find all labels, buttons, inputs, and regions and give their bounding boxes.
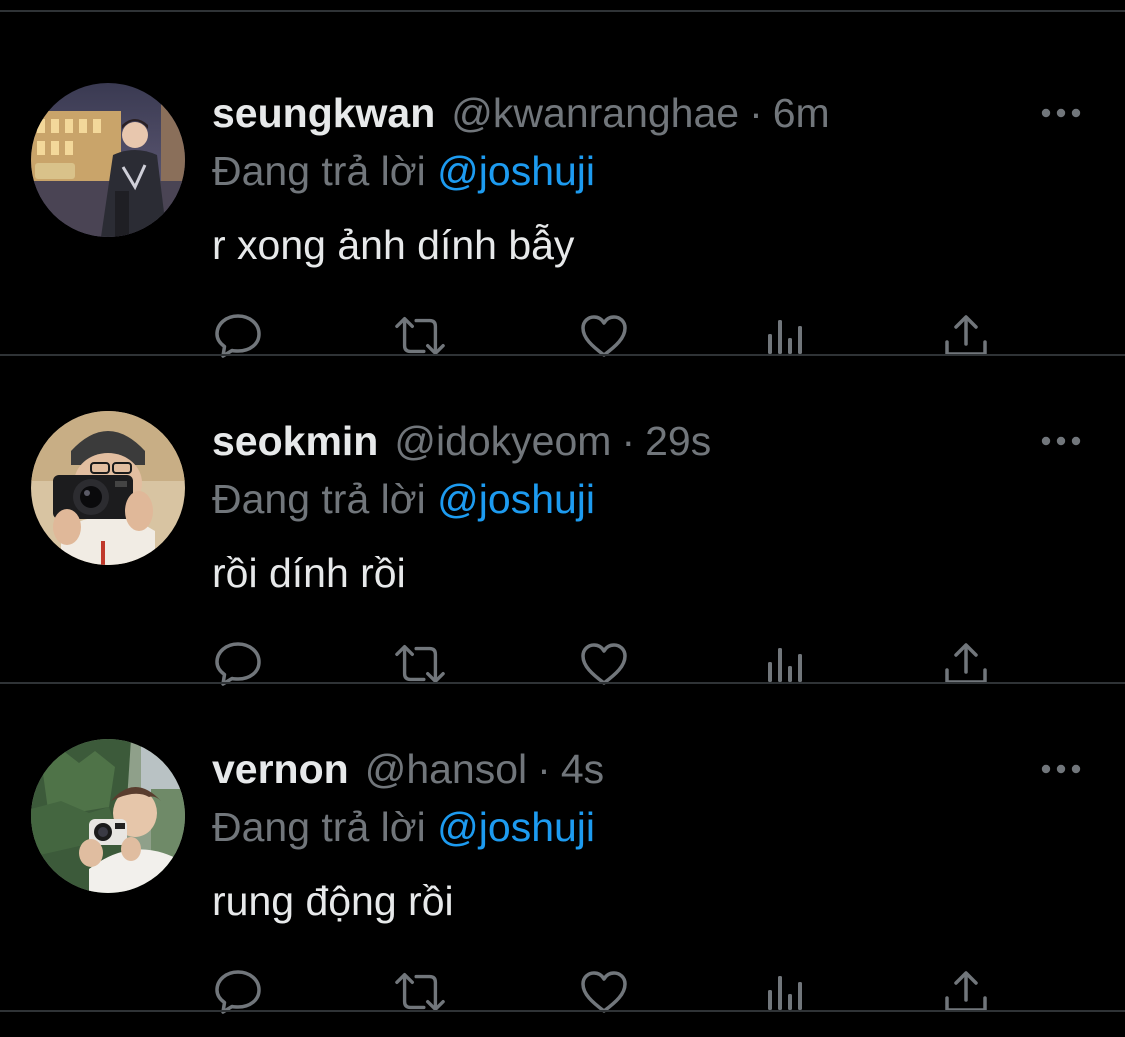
- more-horizontal-icon: [1041, 436, 1081, 446]
- replying-to-link[interactable]: @joshuji: [437, 476, 595, 522]
- tweet-text: rồi dính rồi: [212, 550, 406, 596]
- bar-chart-icon: [768, 976, 802, 1010]
- replying-to-label: Đang trả lời: [212, 804, 426, 850]
- timestamp[interactable]: 6m: [773, 90, 830, 136]
- replying-to-link[interactable]: @joshuji: [437, 148, 595, 194]
- tweet-header: vernon @hansol · 4s: [212, 746, 604, 792]
- retweet-icon: [395, 644, 445, 684]
- replying-to-label: Đang trả lời: [212, 148, 426, 194]
- tweet-header: seungkwan @kwanranghae · 6m: [212, 90, 830, 136]
- retweet-icon: [395, 316, 445, 356]
- display-name[interactable]: seokmin: [212, 418, 378, 464]
- speech-bubble-icon: [215, 314, 261, 358]
- replying-to-link[interactable]: @joshuji: [437, 804, 595, 850]
- heart-icon: [581, 315, 627, 357]
- tweet-divider: [0, 1010, 1125, 1012]
- tweet-text: rung động rồi: [212, 878, 454, 924]
- user-handle[interactable]: @kwanranghae: [451, 90, 739, 136]
- display-name[interactable]: vernon: [212, 746, 349, 792]
- share-upload-icon: [945, 643, 987, 684]
- share-upload-icon: [945, 971, 987, 1012]
- bar-chart-icon: [768, 320, 802, 354]
- replying-to: Đang trả lời @joshuji: [212, 804, 595, 850]
- replying-to: Đang trả lời @joshuji: [212, 476, 595, 522]
- avatar[interactable]: [31, 739, 185, 893]
- more-button[interactable]: [1036, 756, 1086, 782]
- speech-bubble-icon: [215, 970, 261, 1014]
- replying-to: Đang trả lời @joshuji: [212, 148, 595, 194]
- display-name[interactable]: seungkwan: [212, 90, 435, 136]
- timestamp[interactable]: 29s: [645, 418, 711, 464]
- separator-dot: ·: [537, 746, 551, 792]
- more-horizontal-icon: [1041, 108, 1081, 118]
- more-horizontal-icon: [1041, 764, 1081, 774]
- replying-to-label: Đang trả lời: [212, 476, 426, 522]
- tweet-header: seokmin @idokyeom · 29s: [212, 418, 711, 464]
- separator-dot: ·: [749, 90, 763, 136]
- more-button[interactable]: [1036, 100, 1086, 126]
- share-upload-icon: [945, 315, 987, 356]
- heart-icon: [581, 971, 627, 1013]
- tweet-reply[interactable]: seungkwan @kwanranghae · 6m Đang trả lời…: [0, 28, 1125, 358]
- avatar[interactable]: [31, 411, 185, 565]
- user-handle[interactable]: @hansol: [365, 746, 527, 792]
- bar-chart-icon: [768, 648, 802, 682]
- speech-bubble-icon: [215, 642, 261, 686]
- more-button[interactable]: [1036, 428, 1086, 454]
- top-divider: [0, 10, 1125, 12]
- tweet-reply[interactable]: vernon @hansol · 4s Đang trả lời @joshuj…: [0, 684, 1125, 1014]
- avatar[interactable]: [31, 83, 185, 237]
- timestamp[interactable]: 4s: [561, 746, 604, 792]
- user-handle[interactable]: @idokyeom: [394, 418, 611, 464]
- tweet-reply[interactable]: seokmin @idokyeom · 29s Đang trả lời @jo…: [0, 356, 1125, 686]
- separator-dot: ·: [621, 418, 636, 464]
- retweet-icon: [395, 972, 445, 1012]
- tweet-text: r xong ảnh dính bẫy: [212, 222, 575, 268]
- heart-icon: [581, 643, 627, 685]
